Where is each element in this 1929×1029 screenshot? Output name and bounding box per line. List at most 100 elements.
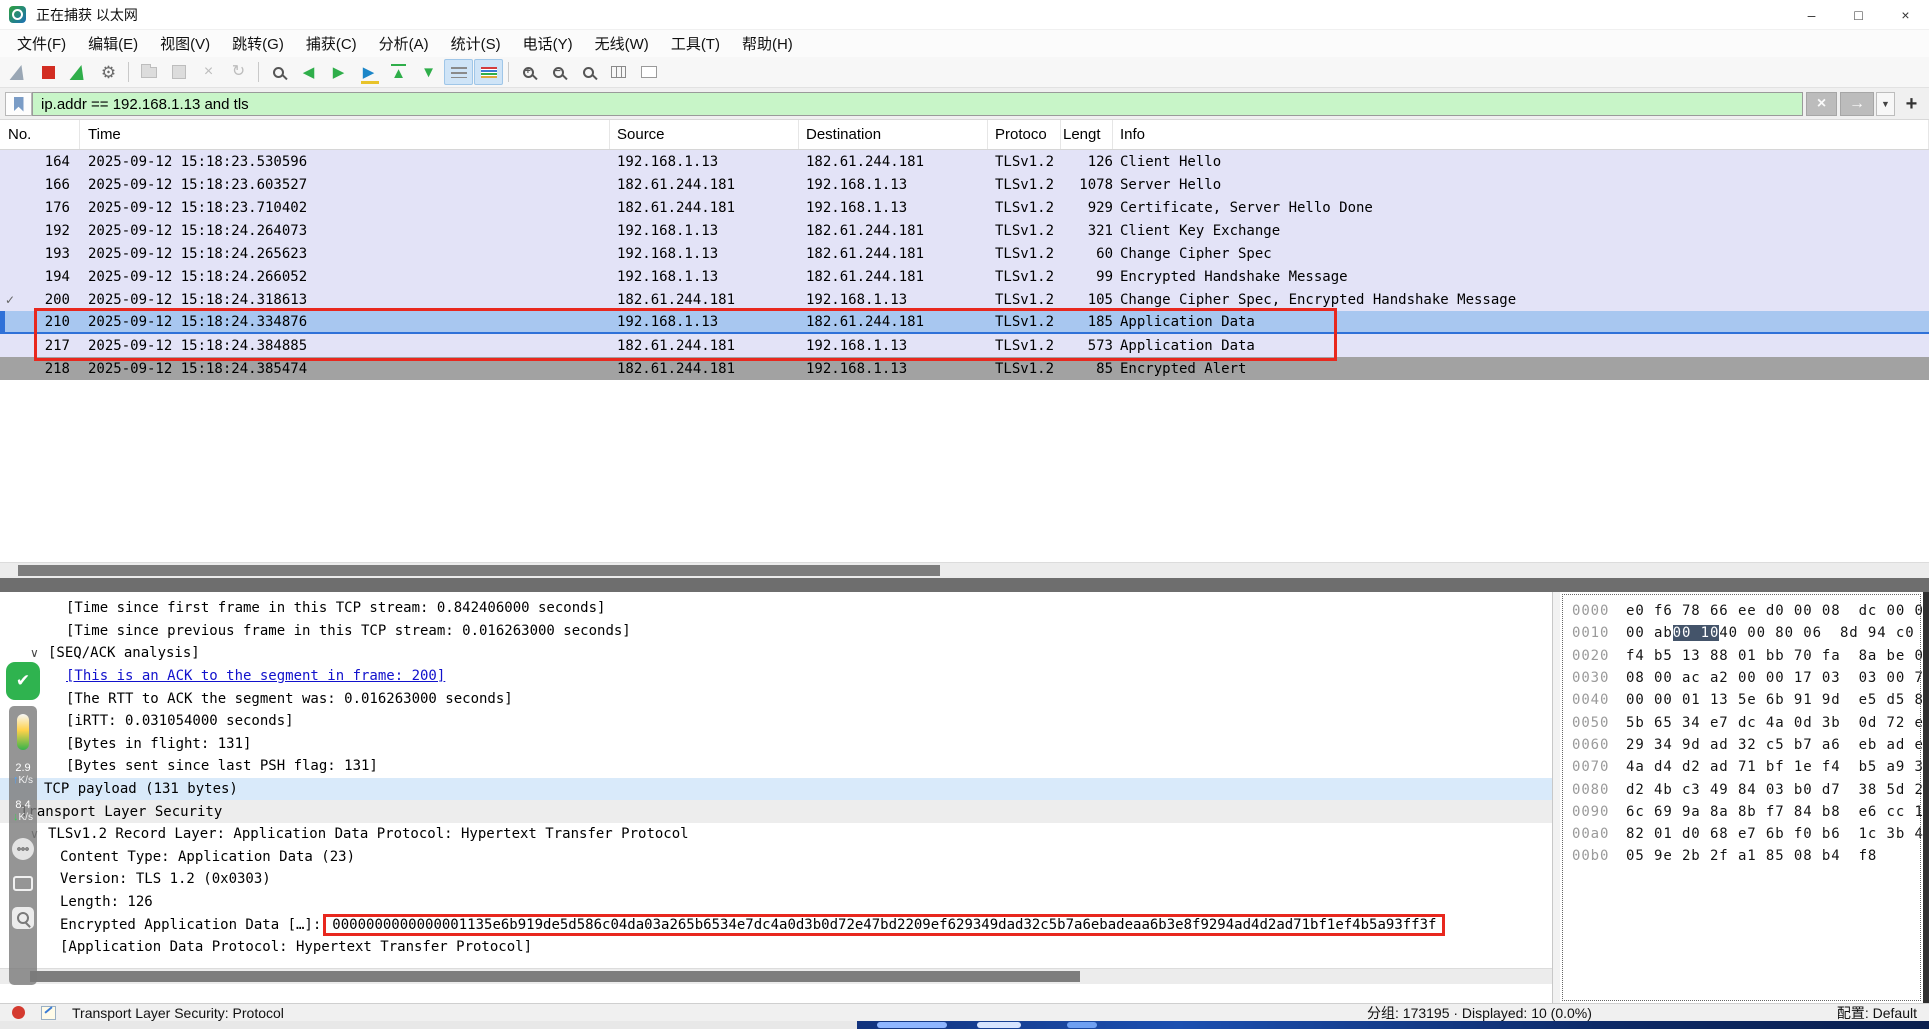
filter-bookmark-button[interactable] [5, 92, 32, 116]
zoom-out-button[interactable]: − [544, 59, 573, 85]
detail-line[interactable]: Transport Layer Security [0, 800, 1552, 823]
colorize-toggle[interactable] [474, 59, 503, 85]
hex-row[interactable]: 00b005 9e 2b 2f a1 85 08 b4f8 [1560, 845, 1923, 867]
detail-line[interactable]: [iRTT: 0.031054000 seconds] [0, 710, 1552, 733]
packet-list-hscrollbar[interactable] [0, 562, 1929, 578]
filter-clear-button[interactable]: × [1806, 92, 1837, 116]
pane-divider[interactable] [1552, 592, 1560, 1003]
packet-row[interactable]: 166 2025-09-12 15:18:23.603527 182.61.24… [0, 173, 1929, 196]
pane-splitter[interactable] [0, 578, 1929, 592]
hex-row[interactable]: 0000e0 f6 78 66 ee d0 00 08dc 00 02 [1560, 600, 1923, 622]
stop-capture-button[interactable] [34, 59, 63, 85]
menu-item[interactable]: 无线(W) [584, 30, 660, 57]
menu-item[interactable]: 捕获(C) [295, 30, 368, 57]
hex-row[interactable]: 00704a d4 d2 ad 71 bf 1e f4b5 a9 3f [1560, 756, 1923, 778]
detail-hscrollbar[interactable] [0, 968, 1552, 984]
detail-line[interactable]: [Time since first frame in this TCP stre… [0, 597, 1552, 620]
menu-item[interactable]: 分析(A) [368, 30, 440, 57]
menu-item[interactable]: 视图(V) [149, 30, 221, 57]
display-filter-input[interactable] [32, 92, 1803, 116]
menu-item[interactable]: 工具(T) [660, 30, 731, 57]
resize-columns-button[interactable] [604, 59, 633, 85]
hscrollbar-thumb[interactable] [30, 971, 1080, 982]
column-header[interactable]: Destination [799, 120, 988, 149]
find-packet-button[interactable] [264, 59, 293, 85]
packet-row[interactable]: 164 2025-09-12 15:18:23.530596 192.168.1… [0, 150, 1929, 173]
capture-options-button[interactable]: ⚙ [94, 59, 123, 85]
overlay-shield-check-icon[interactable]: ✔ [6, 662, 40, 700]
first-packet-button[interactable]: ▲ [384, 59, 413, 85]
save-file-button[interactable] [164, 59, 193, 85]
last-packet-button[interactable]: ▼ [414, 59, 443, 85]
hex-row[interactable]: 004000 00 01 13 5e 6b 91 9de5 d5 86 [1560, 689, 1923, 711]
detail-line[interactable]: [This is an ACK to the segment in frame:… [0, 665, 1552, 688]
close-file-button[interactable]: × [194, 59, 223, 85]
packet-row[interactable]: ✓ 200 2025-09-12 15:18:24.318613 182.61.… [0, 288, 1929, 311]
menu-item[interactable]: 编辑(E) [77, 30, 149, 57]
column-header[interactable]: Info [1113, 120, 1929, 149]
hscrollbar-thumb[interactable] [18, 565, 940, 576]
filter-apply-button[interactable]: → [1840, 92, 1874, 116]
column-header[interactable]: Lengt [1061, 120, 1113, 149]
menu-item[interactable]: 文件(F) [6, 30, 77, 57]
column-header[interactable]: Time [80, 120, 610, 149]
status-profile[interactable]: 配置: Default [1837, 1003, 1917, 1023]
expand-arrow-icon[interactable]: ∨ [30, 646, 48, 660]
go-to-packet-button[interactable]: ▶ [354, 59, 383, 85]
filter-add-button[interactable]: + [1899, 92, 1924, 116]
hex-row[interactable]: 0020f4 b5 13 88 01 bb 70 fa8a be 0b [1560, 645, 1923, 667]
screenshot-icon[interactable] [13, 876, 33, 891]
menu-item[interactable]: 帮助(H) [731, 30, 804, 57]
start-capture-button[interactable] [4, 59, 33, 85]
camera-icon[interactable] [12, 838, 34, 860]
next-packet-button[interactable]: ▶ [324, 59, 353, 85]
packet-row[interactable]: 194 2025-09-12 15:18:24.266052 192.168.1… [0, 265, 1929, 288]
column-header[interactable]: Protoco [988, 120, 1061, 149]
hex-row[interactable]: 00906c 69 9a 8a 8b f7 84 b8e6 cc 1f [1560, 801, 1923, 823]
auto-scroll-toggle[interactable] [444, 59, 473, 85]
expert-info-icon[interactable] [12, 1006, 25, 1019]
hex-row[interactable]: 00505b 65 34 e7 dc 4a 0d 3b0d 72 e4 [1560, 711, 1923, 733]
open-file-button[interactable] [134, 59, 163, 85]
close-button[interactable]: × [1882, 0, 1929, 30]
detail-line[interactable]: [Bytes in flight: 131] [0, 733, 1552, 756]
detail-line[interactable]: Length: 126 [0, 891, 1552, 914]
reload-file-button[interactable]: ↻ [224, 59, 253, 85]
magnifier-icon[interactable] [12, 907, 34, 929]
hex-row[interactable]: 006029 34 9d ad 32 c5 b7 a6eb ad ea [1560, 734, 1923, 756]
zoom-in-button[interactable]: + [514, 59, 543, 85]
packet-row[interactable]: 218 2025-09-12 15:18:24.385474 182.61.24… [0, 357, 1929, 380]
packet-row[interactable]: 176 2025-09-12 15:18:23.710402 182.61.24… [0, 196, 1929, 219]
menu-item[interactable]: 电话(Y) [512, 30, 584, 57]
detail-line[interactable]: [The RTT to ACK the segment was: 0.01626… [0, 687, 1552, 710]
hex-row[interactable]: 00a082 01 d0 68 e7 6b f0 b61c 3b 4b [1560, 823, 1923, 845]
packet-row[interactable]: 193 2025-09-12 15:18:24.265623 192.168.1… [0, 242, 1929, 265]
previous-packet-button[interactable]: ◀ [294, 59, 323, 85]
column-preferences-button[interactable] [634, 59, 663, 85]
minimize-button[interactable]: – [1788, 0, 1835, 30]
hex-row[interactable]: 0080d2 4b c3 49 84 03 b0 d738 5d 2c [1560, 778, 1923, 800]
detail-line[interactable]: Encrypted Application Data […]: 00000000… [0, 913, 1552, 936]
zoom-reset-button[interactable] [574, 59, 603, 85]
detail-line[interactable]: TCP payload (131 bytes) [0, 778, 1552, 801]
detail-line[interactable]: Version: TLS 1.2 (0x0303) [0, 868, 1552, 891]
column-header[interactable]: Source [610, 120, 799, 149]
detail-line[interactable]: [Time since previous frame in this TCP s… [0, 620, 1552, 643]
packet-row[interactable]: 210 2025-09-12 15:18:24.334876 192.168.1… [0, 311, 1929, 334]
detail-line[interactable]: [Bytes sent since last PSH flag: 131] [0, 755, 1552, 778]
hex-row[interactable]: 001000 ab 00 10 40 00 80 068d 94 c0 [1560, 622, 1923, 644]
detail-line[interactable]: [Application Data Protocol: Hypertext Tr… [0, 936, 1552, 959]
hex-row[interactable]: 003008 00 ac a2 00 00 17 0303 00 7e [1560, 667, 1923, 689]
detail-line[interactable]: ∨ [SEQ/ACK analysis] [0, 642, 1552, 665]
detail-line[interactable]: ∨ TLSv1.2 Record Layer: Application Data… [0, 823, 1552, 846]
restart-capture-button[interactable] [64, 59, 93, 85]
detail-line[interactable]: Content Type: Application Data (23) [0, 846, 1552, 869]
packet-row[interactable]: 192 2025-09-12 15:18:24.264073 192.168.1… [0, 219, 1929, 242]
menu-item[interactable]: 跳转(G) [221, 30, 295, 57]
column-header[interactable]: No. [0, 120, 80, 149]
capture-comment-icon[interactable] [41, 1006, 56, 1020]
maximize-button[interactable]: □ [1835, 0, 1882, 30]
filter-dropdown-button[interactable]: ▼ [1876, 92, 1895, 116]
menu-item[interactable]: 统计(S) [440, 30, 512, 57]
packet-row[interactable]: 217 2025-09-12 15:18:24.384885 182.61.24… [0, 334, 1929, 357]
